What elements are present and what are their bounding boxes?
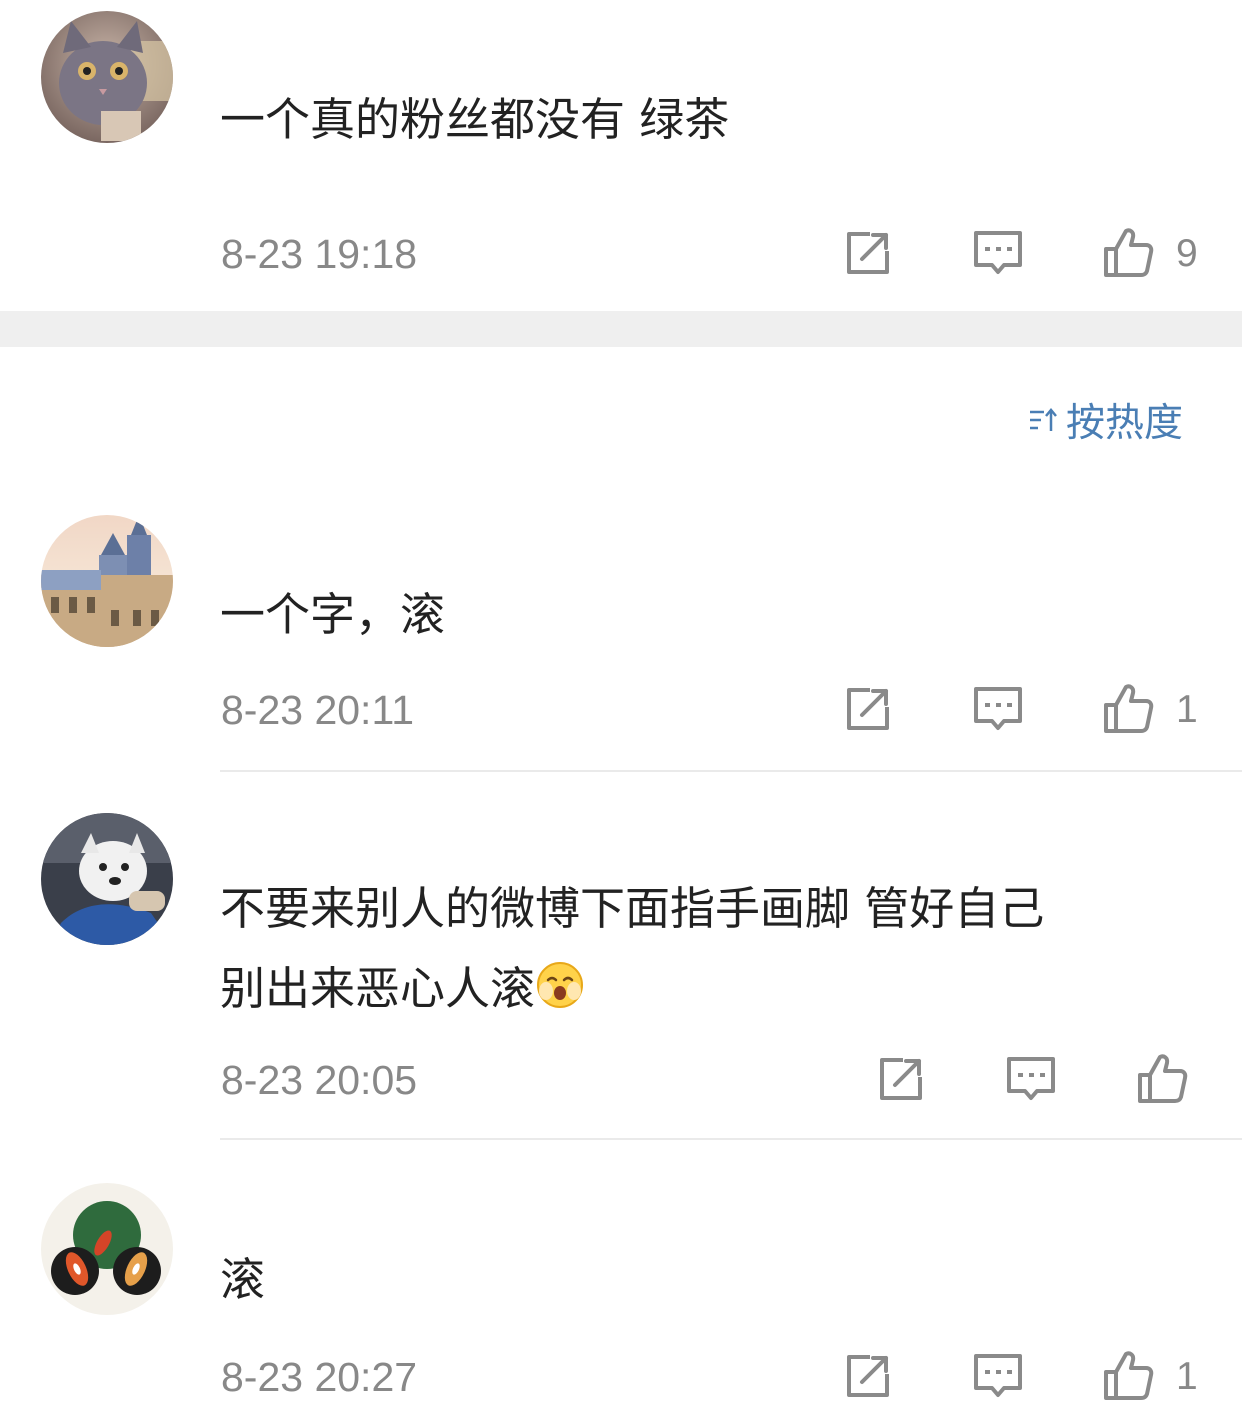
like-button[interactable] [1100, 1346, 1156, 1402]
thumbs-up-icon [1104, 1351, 1154, 1400]
reply-button[interactable] [1003, 1051, 1059, 1107]
section-separator [0, 311, 1242, 347]
avatar[interactable] [41, 515, 173, 647]
comment-item: 一个字，滚 8-23 20:11 1 [0, 500, 1242, 772]
repost-icon [847, 1355, 889, 1397]
comment-icon [974, 231, 1022, 274]
comment-text: 滚 [220, 1253, 266, 1306]
comment-text: 一个字，滚 [220, 588, 446, 641]
like-button[interactable] [1134, 1049, 1190, 1105]
thumbs-up-icon [1104, 228, 1154, 277]
comment-text: 一个真的粉丝都没有 绿茶 [220, 93, 730, 146]
avatar[interactable] [41, 11, 173, 143]
sort-icon [1030, 408, 1057, 431]
like-count: 9 [1176, 232, 1198, 275]
comment-text-line2-content: 别出来恶心人滚 [220, 962, 536, 1015]
reply-button[interactable] [970, 681, 1026, 737]
comment-timestamp: 8-23 19:18 [221, 231, 418, 277]
blush-emoji-icon [537, 962, 584, 1008]
comment-text-line2: 别出来恶心人滚 [220, 949, 585, 1029]
comment-item: 不要来别人的微博下面指手画脚 管好自己 别出来恶心人滚 8-23 20:05 [0, 772, 1242, 1140]
repost-icon [847, 232, 889, 274]
repost-button[interactable] [873, 1051, 929, 1107]
comment-icon [1007, 1057, 1055, 1100]
thumbs-up-icon [1138, 1054, 1188, 1103]
comment-timestamp: 8-23 20:27 [221, 1354, 418, 1400]
comment-timestamp: 8-23 20:05 [221, 1057, 418, 1103]
comment-icon [974, 687, 1022, 730]
repost-button[interactable] [840, 681, 896, 737]
reply-button[interactable] [970, 225, 1026, 281]
sort-toggle[interactable]: 按热度 [1028, 394, 1183, 446]
comment-timestamp: 8-23 20:11 [221, 687, 415, 733]
comment-text-line1: 不要来别人的微博下面指手画脚 管好自己 [220, 882, 1045, 935]
comment-item: 滚 8-23 20:27 1 [0, 1140, 1242, 1408]
like-button[interactable] [1100, 223, 1156, 279]
like-count: 1 [1176, 688, 1198, 731]
repost-icon [847, 688, 889, 730]
sort-label: 按热度 [1066, 401, 1184, 446]
reply-button[interactable] [970, 1348, 1026, 1404]
like-button[interactable] [1100, 679, 1156, 735]
comment-icon [974, 1354, 1022, 1397]
repost-icon [880, 1058, 922, 1100]
avatar[interactable] [41, 813, 173, 945]
comment-item: 一个真的粉丝都没有 绿茶 8-23 19:18 9 [0, 0, 1242, 311]
avatar[interactable] [41, 1183, 173, 1315]
thumbs-up-icon [1104, 684, 1154, 733]
repost-button[interactable] [840, 225, 896, 281]
like-count: 1 [1176, 1355, 1198, 1398]
repost-button[interactable] [840, 1348, 896, 1404]
